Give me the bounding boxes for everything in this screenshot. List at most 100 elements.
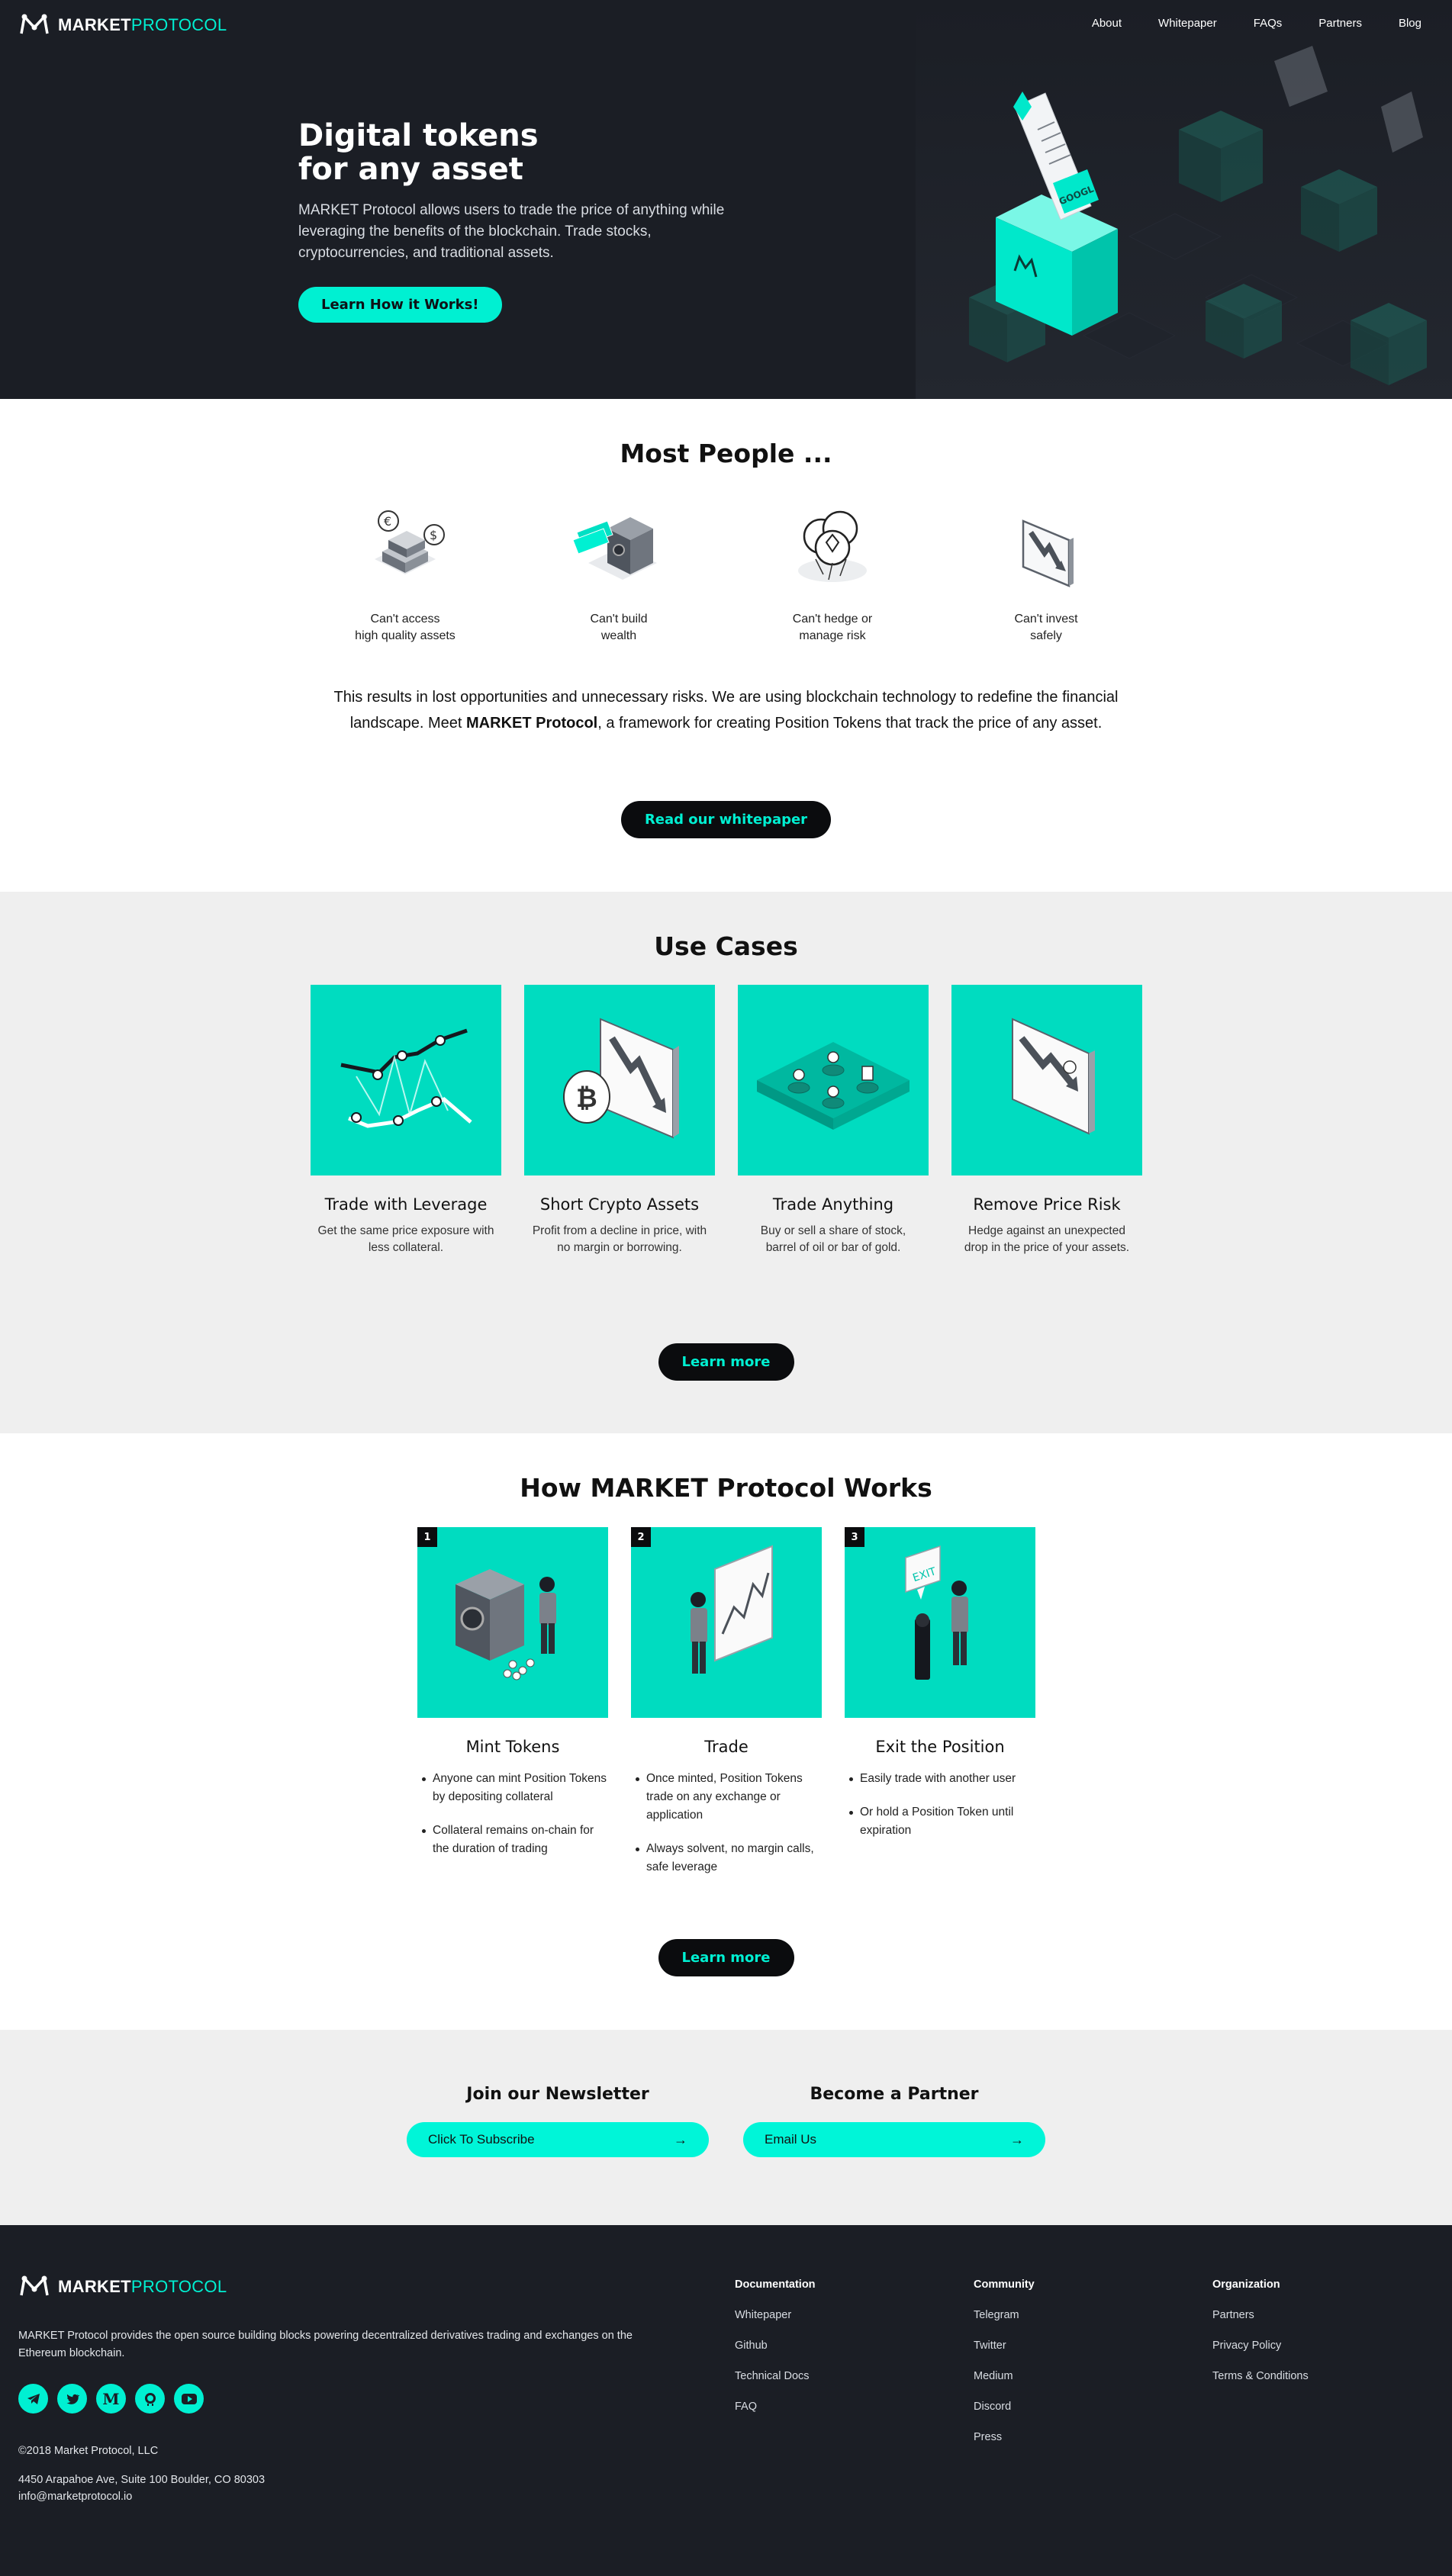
leverage-chart-illustration [311,985,501,1175]
most-people-section: Most People ... € $ Can't access high qu… [0,399,1452,892]
problem-label: Can't hedge or manage risk [792,613,873,642]
step-number: 2 [631,1527,651,1547]
arrow-right-icon: → [1010,2131,1024,2147]
whitepaper-cta-wrap: Read our whitepaper [0,801,1452,838]
trade-anything-illustration [738,985,929,1175]
step-title: Mint Tokens [465,1738,560,1756]
youtube-icon[interactable] [174,2384,204,2414]
main-nav: About Whitepaper FAQs Partners Blog [1055,17,1421,30]
use-case-card[interactable]: ₿ Short Crypto Assets Profit from a decl… [524,985,715,1256]
footer-link[interactable]: Github [735,2340,816,2352]
learn-how-button[interactable]: Learn How it Works! [298,287,502,323]
hero-illustration: GOOGL [916,0,1452,399]
use-cases-section: Use Cases Trade with Leverage Get the sa… [0,892,1452,1433]
use-case-title: Trade Anything [772,1195,894,1214]
footer-column-documentation: Documentation Whitepaper Github Technica… [735,2279,816,2413]
footer-link[interactable]: Whitepaper [735,2309,816,2321]
step-bullet: Easily trade with another user [845,1770,1035,1788]
nav-about[interactable]: About [1092,17,1122,30]
use-cases-cta-wrap: Learn more [0,1343,1452,1381]
contact-email[interactable]: info@marketprotocol.io [18,2488,132,2505]
telegram-icon[interactable] [18,2384,48,2414]
twitter-icon[interactable] [57,2384,87,2414]
most-people-title: Most People ... [620,439,832,468]
use-case-title: Trade with Leverage [324,1195,488,1214]
brand-name: MARKETPROTOCOL [58,15,227,34]
gold-bars-icon: € $ [375,510,445,574]
hero-description: MARKET Protocol allows users to trade th… [298,202,725,261]
read-whitepaper-button[interactable]: Read our whitepaper [620,801,832,838]
learn-more-button[interactable]: Learn more [658,1343,794,1381]
arrow-right-icon: → [674,2131,687,2147]
step-bullet: Always solvent, no margin calls, safe le… [631,1840,822,1877]
footer-description: MARKET Protocol provides the open source… [18,2330,633,2359]
step-card: 3 EXIT Exit the Position Easily trade wi… [845,1527,1035,1855]
medium-icon[interactable]: M [96,2384,126,2414]
footer-column-title: Documentation [735,2279,816,2291]
step-bullet: Or hold a Position Token until expiratio… [845,1803,1035,1840]
address: 4450 Arapahoe Ave, Suite 100 Boulder, CO… [18,2474,266,2486]
problem-label: Can't invest safely [1014,613,1078,642]
svg-text:₿: ₿ [576,1083,597,1114]
copyright: ©2018 Market Protocol, LLC [18,2445,159,2457]
footer-link[interactable]: Telegram [974,2309,1035,2321]
remove-risk-illustration [951,985,1142,1175]
step-bullets: Anyone can mint Position Tokens by depos… [417,1770,608,1858]
step-number: 1 [417,1527,437,1547]
subscribe-button[interactable]: Click To Subscribe → [407,2122,709,2157]
safe-icon [572,517,657,580]
footer-link[interactable]: Terms & Conditions [1212,2370,1309,2382]
github-icon[interactable] [135,2384,165,2414]
intro-paragraph: This results in lost opportunities and u… [333,689,1119,732]
nav-blog[interactable]: Blog [1399,17,1421,30]
svg-text:€: € [384,514,391,529]
footer-link[interactable]: Privacy Policy [1212,2340,1309,2352]
step-card: 1 Mint Tokens Anyone can mint Position T… [417,1527,608,1873]
brand-logo[interactable]: MARKETPROTOCOL [18,14,227,37]
footer-link[interactable]: Discord [974,2401,1035,2413]
footer: MARKETPROTOCOL MARKET Protocol provides … [0,2225,1452,2576]
problem-item: Can't hedge or manage risk [756,498,909,645]
svg-text:$: $ [430,528,437,542]
use-case-card[interactable]: Trade Anything Buy or sell a share of st… [738,985,929,1256]
email-us-button[interactable]: Email Us → [743,2122,1045,2157]
footer-link[interactable]: Technical Docs [735,2370,816,2382]
newsletter-block: Join our Newsletter Click To Subscribe → [407,2085,709,2157]
step-bullet: Once minted, Position Tokens trade on an… [631,1770,822,1825]
use-case-desc: Get the same price exposure with less co… [317,1224,494,1254]
falling-chart-icon [1022,519,1074,587]
footer-link[interactable]: Twitter [974,2340,1035,2352]
footer-link[interactable]: Partners [1212,2309,1309,2321]
problem-item: Can't invest safely [970,498,1122,645]
step-bullet: Collateral remains on-chain for the dura… [417,1822,608,1858]
cta-band-section: Join our Newsletter Click To Subscribe →… [0,2030,1452,2225]
short-crypto-illustration: ₿ [524,985,715,1175]
nav-whitepaper[interactable]: Whitepaper [1158,17,1217,30]
footer-column-title: Community [974,2279,1035,2291]
footer-logo[interactable]: MARKETPROTOCOL [18,2275,227,2298]
problem-label: Can't access high quality assets [355,613,456,642]
use-case-title: Short Crypto Assets [539,1195,700,1214]
footer-link[interactable]: Press [974,2431,1035,2443]
top-navigation: MARKETPROTOCOL About Whitepaper FAQs Par… [0,0,1452,50]
hero-copy: Digital tokens for any asset MARKET Prot… [298,119,726,323]
footer-link[interactable]: Medium [974,2370,1035,2382]
coins-icon [798,510,867,582]
use-case-card[interactable]: Remove Price Risk Hedge against an unexp… [951,985,1142,1256]
footer-link[interactable]: FAQ [735,2401,816,2413]
how-it-works-section: How MARKET Protocol Works 1 Mint Tokens … [0,1433,1452,2030]
nav-faqs[interactable]: FAQs [1254,17,1283,30]
problem-item: € $ Can't access high quality assets [329,498,481,645]
exit-illustration: 3 EXIT [845,1527,1035,1718]
trade-illustration: 2 [631,1527,822,1718]
nav-partners[interactable]: Partners [1318,17,1362,30]
use-case-card[interactable]: Trade with Leverage Get the same price e… [311,985,501,1256]
footer-column-community: Community Telegram Twitter Medium Discor… [974,2279,1035,2443]
email-us-label: Email Us [765,2132,817,2147]
hero-title: Digital tokens for any asset [298,118,539,187]
use-case-desc: Hedge against an unexpected drop in the … [964,1224,1130,1254]
learn-more-button[interactable]: Learn more [658,1939,794,1976]
brand-name: MARKETPROTOCOL [58,2277,227,2296]
use-case-desc: Buy or sell a share of stock, barrel of … [760,1224,906,1254]
step-bullets: Once minted, Position Tokens trade on an… [631,1770,822,1877]
